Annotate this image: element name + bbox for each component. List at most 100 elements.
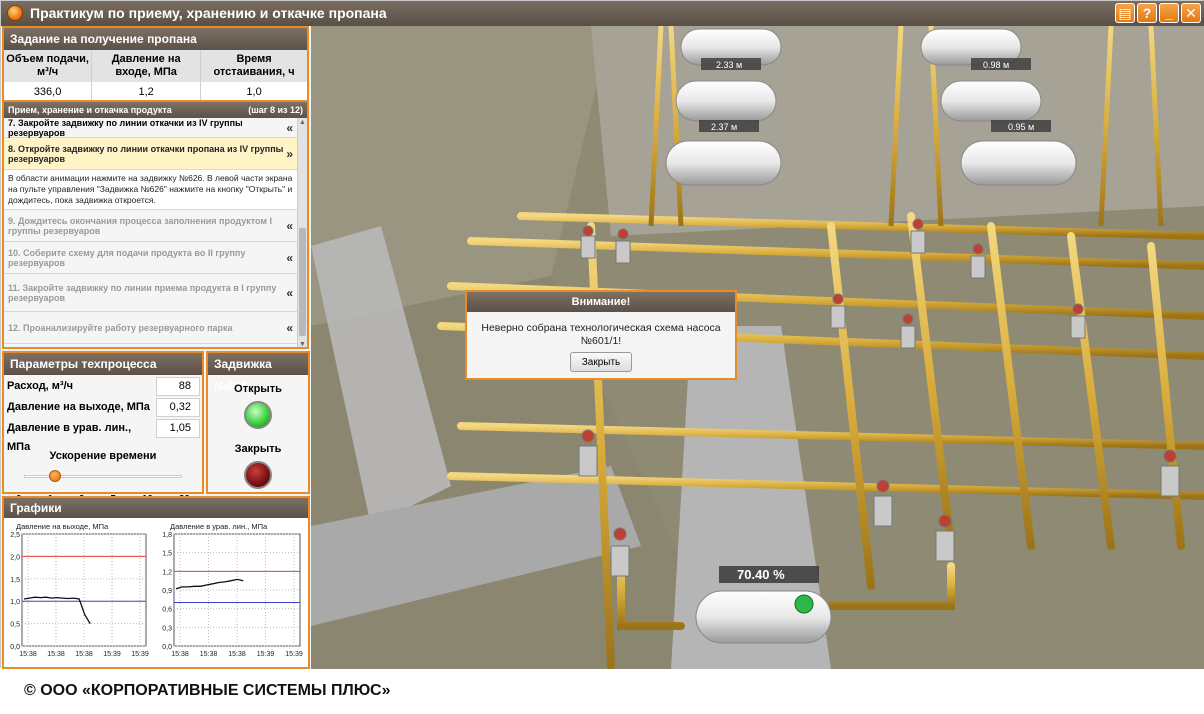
- open-lamp-button[interactable]: [244, 401, 272, 429]
- y-tick-label: 1,0: [10, 599, 20, 606]
- task-table: Объем подачи, м³/ч Давление на входе, МП…: [4, 50, 307, 102]
- dialog-title: Внимание!: [467, 292, 735, 312]
- chevron-expand-icon[interactable]: »: [286, 147, 293, 161]
- time-speed-title: Ускорение времени: [49, 450, 157, 462]
- manual-button[interactable]: ▤: [1115, 3, 1135, 23]
- steps-title: Прием, хранение и откачка продукта: [8, 105, 172, 115]
- step-item-9[interactable]: 9. Дождитесь окончания процесса заполнен…: [4, 210, 307, 242]
- chevron-collapse-icon[interactable]: «: [286, 121, 293, 135]
- task-col-pressure: Давление на входе, МПа: [91, 50, 202, 82]
- chart-eq-line-pressure: 1,81,51,20,90,60,30,015:38 15:38 15:38 15:3…: [162, 532, 303, 658]
- chevron-collapse-icon[interactable]: «: [286, 219, 293, 233]
- x-tick-label: 15:39: [285, 651, 303, 658]
- y-tick-label: 0,0: [162, 644, 172, 651]
- graphs-title: Графики: [4, 498, 308, 518]
- task-panel: Задание на получение пропана Объем подач…: [2, 26, 309, 104]
- task-panel-title: Задание на получение пропана: [4, 28, 307, 50]
- time-speed-slider[interactable]: [20, 468, 186, 494]
- help-button[interactable]: ?: [1137, 3, 1157, 23]
- step-label: 7. Закройте задвижку по линии откачки из…: [8, 117, 243, 138]
- app-title: Практикум по приему, хранению и откачке …: [30, 5, 387, 21]
- steps-counter: (шаг 8 из 12): [248, 105, 303, 115]
- x-tick-label: 15:39: [131, 651, 149, 658]
- y-tick-label: 1,5: [162, 551, 172, 558]
- process-params-panel: Параметры техпроцесса Расход, м³/ч 88 Да…: [2, 351, 204, 505]
- left-panel: Задание на получение пропана Объем подач…: [1, 26, 311, 669]
- dialog-close-button[interactable]: Закрыть: [570, 352, 632, 372]
- step-label: 9. Дождитесь окончания процесса заполнен…: [8, 215, 273, 236]
- close-lamp-button[interactable]: [244, 461, 272, 489]
- scroll-up-icon[interactable]: ▲: [298, 118, 307, 127]
- y-tick-label: 0,0: [10, 644, 20, 651]
- slider-track[interactable]: [24, 475, 182, 478]
- param-value: 0,32: [156, 398, 200, 417]
- task-val-time: 1,0: [246, 86, 262, 98]
- copyright-footer: © ООО «КОРПОРАТИВНЫЕ СИСТЕМЫ ПЛЮС»: [24, 682, 391, 699]
- close-label: Закрыть: [234, 443, 282, 455]
- task-val-pressure: 1,2: [91, 82, 202, 102]
- step-item-7[interactable]: 7. Закройте задвижку по линии откачки из…: [4, 118, 307, 138]
- step-description: В области анимации нажмите на задвижку №…: [4, 170, 307, 210]
- param-value: 1,05: [156, 419, 200, 438]
- param-row-out-pressure: Давление на выходе, МПа 0,32: [4, 398, 202, 417]
- task-col-time: Время отстаивания, ч: [200, 50, 307, 82]
- y-tick-label: 0,5: [10, 622, 20, 629]
- plant-scene-graphic[interactable]: 2.33 м 0.98 м 2.37 м 0.95 м 70.40 %: [311, 26, 1204, 669]
- x-tick-label: 15:38: [75, 651, 93, 658]
- x-tick-label: 15:38: [47, 651, 65, 658]
- dialog-message: Неверно собрана технологическая схема на…: [481, 322, 721, 347]
- y-tick-label: 2,0: [10, 554, 20, 561]
- step-label: 12. Проанализируйте работу резервуарного…: [8, 322, 233, 333]
- steps-scrollbar[interactable]: ▲ ▼: [297, 118, 307, 347]
- plot-area: [21, 533, 147, 647]
- x-tick-label: 15:38: [200, 651, 218, 658]
- param-label: Давление в урав. лин., МПа: [7, 422, 132, 453]
- param-label: Расход, м³/ч: [7, 380, 74, 392]
- x-tick-label: 15:39: [257, 651, 275, 658]
- tank-level-label: 0.98 м: [983, 60, 1009, 70]
- x-tick-label: 15:38: [228, 651, 246, 658]
- x-tick-label: 15:38: [19, 651, 37, 658]
- close-button[interactable]: ✕: [1181, 3, 1201, 23]
- x-tick-label: 15:38: [171, 651, 189, 658]
- animation-scene[interactable]: 2.33 м 0.98 м 2.37 м 0.95 м 70.40 %: [311, 26, 1204, 669]
- main-tank-level: 70.40 %: [737, 567, 785, 582]
- param-value: 88: [156, 377, 200, 396]
- x-tick-label: 15:39: [103, 651, 121, 658]
- tank-level-label: 2.33 м: [716, 60, 742, 70]
- app-logo-icon: [7, 5, 23, 21]
- chevron-collapse-icon[interactable]: «: [286, 251, 293, 265]
- param-row-eq-pressure: Давление в урав. лин., МПа 1,05: [4, 419, 202, 453]
- y-tick-label: 1,2: [162, 569, 172, 576]
- step-label: 11. Закройте задвижку по линии приема пр…: [8, 282, 277, 303]
- alert-dialog: Внимание! Неверно собрана технологическа…: [465, 290, 737, 380]
- chart-outlet-pressure: 2,52,01,51,00,50,015:38 15:38 15:38 15:39 15…: [10, 532, 149, 658]
- y-tick-label: 0,3: [162, 625, 172, 632]
- chevron-collapse-icon[interactable]: «: [286, 286, 293, 300]
- chevron-collapse-icon[interactable]: «: [286, 321, 293, 335]
- y-tick-label: 1,5: [10, 577, 20, 584]
- task-col-volume: Объем подачи, м³/ч: [4, 50, 93, 82]
- y-tick-label: 1,8: [162, 532, 172, 539]
- param-row-flow: Расход, м³/ч 88: [4, 377, 202, 396]
- scroll-down-icon[interactable]: ▼: [298, 340, 307, 347]
- graphs-panel: Графики Давление на выходе, МПа Давление…: [2, 496, 310, 669]
- step-label: 10. Соберите схему для подачи продукта в…: [8, 247, 246, 268]
- param-label: Давление на выходе, МПа: [7, 401, 150, 413]
- tank-level-label: 0.95 м: [1008, 122, 1034, 132]
- step-item-11[interactable]: 11. Закройте задвижку по линии приема пр…: [4, 274, 307, 312]
- y-tick-label: 0,9: [162, 588, 172, 595]
- y-tick-label: 2,5: [10, 532, 20, 539]
- step-item-8[interactable]: 8. Откройте задвижку по линии откачки пр…: [4, 138, 307, 170]
- step-item-12[interactable]: 12. Проанализируйте работу резервуарного…: [4, 312, 307, 344]
- app-window: Практикум по приему, хранению и откачке …: [0, 0, 1204, 669]
- params-title: Параметры техпроцесса: [4, 353, 202, 375]
- step-item-10[interactable]: 10. Соберите схему для подачи продукта в…: [4, 242, 307, 274]
- valve-title: Задвижка №626: [208, 353, 308, 393]
- slider-knob[interactable]: [49, 470, 61, 482]
- steps-header: Прием, хранение и откачка продукта (шаг …: [4, 102, 307, 118]
- scroll-thumb[interactable]: [299, 228, 306, 336]
- step-label: 8. Откройте задвижку по линии откачки пр…: [8, 143, 284, 164]
- tank-level-label: 2.37 м: [711, 122, 737, 132]
- minimize-button[interactable]: _: [1159, 3, 1179, 23]
